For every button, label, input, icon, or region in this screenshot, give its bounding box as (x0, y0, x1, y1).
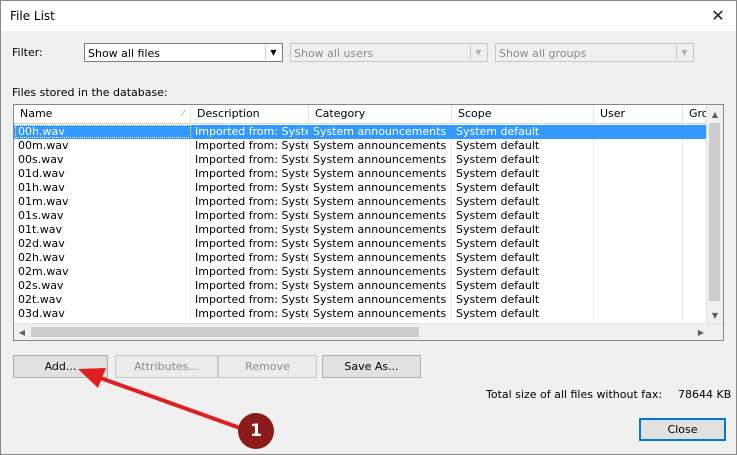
step-number-badge: 1 (238, 413, 274, 449)
annotation-arrow (78, 368, 242, 430)
